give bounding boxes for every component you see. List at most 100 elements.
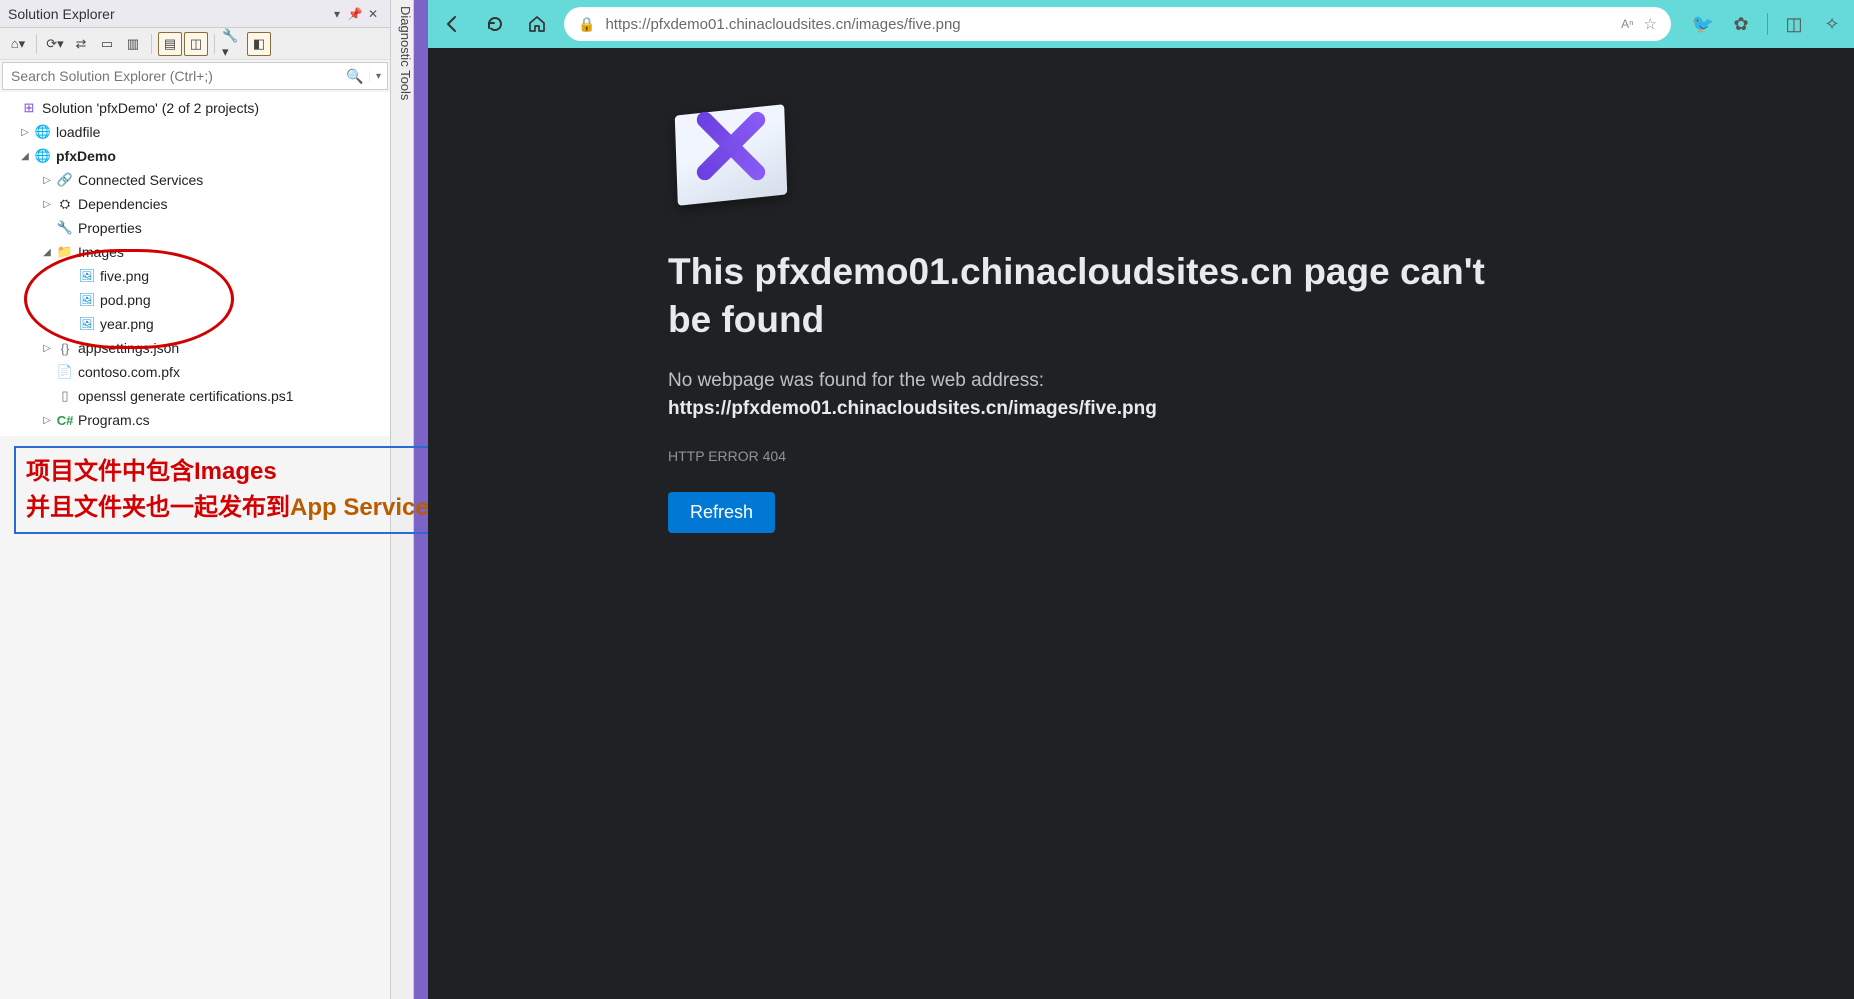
expand-icon[interactable]: ▷ bbox=[40, 199, 54, 210]
error-page-content: This pfxdemo01.chinacloudsites.cn page c… bbox=[428, 48, 1854, 999]
collections-icon[interactable]: ✧ bbox=[1820, 12, 1844, 36]
home-button[interactable] bbox=[522, 9, 552, 39]
file-pod-png[interactable]: ▷ 🖼 pod.png bbox=[0, 288, 390, 312]
url-text: https://pfxdemo01.chinacloudsites.cn/ima… bbox=[605, 16, 1611, 33]
extensions-icon[interactable]: ✿ bbox=[1729, 12, 1753, 36]
tree-item-label: Connected Services bbox=[78, 172, 203, 188]
tree-item-label: year.png bbox=[100, 316, 154, 332]
image-file-icon: 🖼 bbox=[78, 267, 96, 285]
address-bar[interactable]: 🔒 https://pfxdemo01.chinacloudsites.cn/i… bbox=[564, 7, 1671, 41]
search-input[interactable] bbox=[3, 68, 341, 84]
dependencies-icon: ⛭ bbox=[56, 195, 74, 213]
solution-label: Solution 'pfxDemo' (2 of 2 projects) bbox=[42, 100, 259, 116]
file-openssl-ps1[interactable]: ▷ ▯ openssl generate certifications.ps1 bbox=[0, 384, 390, 408]
tree-item-label: five.png bbox=[100, 268, 149, 284]
diagnostic-tools-label: Diagnostic Tools bbox=[398, 6, 413, 100]
search-icon[interactable]: 🔍 bbox=[341, 68, 369, 85]
connected-services-icon: 🔗 bbox=[56, 171, 74, 189]
solution-icon: ⊞ bbox=[20, 99, 38, 117]
error-url: https://pfxdemo01.chinacloudsites.cn/ima… bbox=[668, 398, 1854, 420]
tree-item-label: loadfile bbox=[56, 124, 100, 140]
error-title: This pfxdemo01.chinacloudsites.cn page c… bbox=[668, 248, 1488, 344]
home-view-button[interactable]: ⌂▾ bbox=[6, 32, 30, 56]
project-loadfile[interactable]: ▷ 🌐 loadfile bbox=[0, 120, 390, 144]
image-file-icon: 🖼 bbox=[78, 291, 96, 309]
solution-explorer-pane: Solution Explorer ▾ 📌 ✕ ⌂▾ ⟳▾ ⇄ ▭ ▥ ▤ ◫ … bbox=[0, 0, 390, 999]
solution-explorer-header: Solution Explorer ▾ 📌 ✕ bbox=[0, 0, 390, 28]
expand-icon[interactable]: ▷ bbox=[40, 343, 54, 354]
close-icon[interactable]: ✕ bbox=[364, 7, 382, 21]
tree-item-label: Dependencies bbox=[78, 196, 168, 212]
node-images-folder[interactable]: ◢ 📁 Images bbox=[0, 240, 390, 264]
file-five-png[interactable]: ▷ 🖼 five.png bbox=[0, 264, 390, 288]
tree-item-label: pfxDemo bbox=[56, 148, 116, 164]
read-aloud-icon[interactable]: Aⁿ bbox=[1621, 17, 1633, 31]
collapse-icon[interactable]: ◢ bbox=[40, 247, 54, 258]
collapse-icon[interactable]: ◢ bbox=[18, 151, 32, 162]
expand-icon[interactable]: ▷ bbox=[18, 127, 32, 138]
search-dropdown-icon[interactable]: ▾ bbox=[369, 71, 387, 82]
refresh-icon bbox=[485, 14, 505, 34]
tree-item-label: contoso.com.pfx bbox=[78, 364, 180, 380]
sync-button[interactable]: ⟳▾ bbox=[43, 32, 67, 56]
pane-divider[interactable] bbox=[414, 0, 428, 999]
highlight-button[interactable]: ◧ bbox=[247, 32, 271, 56]
properties-button[interactable]: 🔧▾ bbox=[221, 32, 245, 56]
refresh-button[interactable]: Refresh bbox=[668, 492, 775, 533]
file-appsettings[interactable]: ▷ {} appsettings.json bbox=[0, 336, 390, 360]
web-project-icon: 🌐 bbox=[34, 147, 52, 165]
lock-icon: 🔒 bbox=[578, 16, 595, 33]
ps1-file-icon: ▯ bbox=[56, 387, 74, 405]
tree-item-label: Images bbox=[78, 244, 124, 260]
folder-icon: 📁 bbox=[56, 243, 74, 261]
swap-button[interactable]: ⇄ bbox=[69, 32, 93, 56]
back-button[interactable] bbox=[438, 9, 468, 39]
browser-pane: 🔒 https://pfxdemo01.chinacloudsites.cn/i… bbox=[428, 0, 1854, 999]
solution-explorer-toolbar: ⌂▾ ⟳▾ ⇄ ▭ ▥ ▤ ◫ 🔧▾ ◧ bbox=[0, 28, 390, 60]
track-button[interactable]: ◫ bbox=[184, 32, 208, 56]
annotation-line1: 项目文件中包含Images bbox=[26, 458, 277, 485]
solution-explorer-title: Solution Explorer bbox=[8, 6, 328, 22]
collapse-button[interactable]: ▭ bbox=[95, 32, 119, 56]
json-file-icon: {} bbox=[56, 339, 74, 357]
project-pfxdemo[interactable]: ◢ 🌐 pfxDemo bbox=[0, 144, 390, 168]
favorite-star-icon[interactable]: ☆ bbox=[1644, 15, 1657, 33]
solution-explorer-search[interactable]: 🔍 ▾ bbox=[2, 62, 388, 90]
tree-item-label: Program.cs bbox=[78, 412, 150, 428]
certificate-icon: 📄 bbox=[56, 363, 74, 381]
tree-item-label: openssl generate certifications.ps1 bbox=[78, 388, 294, 404]
broken-page-icon bbox=[668, 98, 798, 208]
web-project-icon: 🌐 bbox=[34, 123, 52, 141]
tree-item-label: Properties bbox=[78, 220, 142, 236]
toolbar-separator bbox=[1767, 13, 1768, 35]
csharp-file-icon: C# bbox=[56, 411, 74, 429]
solution-node[interactable]: ▷ ⊞ Solution 'pfxDemo' (2 of 2 projects) bbox=[0, 96, 390, 120]
tree-item-label: appsettings.json bbox=[78, 340, 179, 356]
window-dropdown-icon[interactable]: ▾ bbox=[328, 7, 346, 21]
expand-icon[interactable]: ▷ bbox=[40, 415, 54, 426]
tree-item-label: pod.png bbox=[100, 292, 151, 308]
browser-toolbar: 🔒 https://pfxdemo01.chinacloudsites.cn/i… bbox=[428, 0, 1854, 48]
toolbar-separator bbox=[214, 34, 215, 54]
toolbar-separator bbox=[36, 34, 37, 54]
error-code: HTTP ERROR 404 bbox=[668, 448, 1854, 464]
file-program-cs[interactable]: ▷ C# Program.cs bbox=[0, 408, 390, 432]
annotation-line2a: 并且文件夹也一起发布到 bbox=[26, 494, 290, 521]
toolbar-separator bbox=[151, 34, 152, 54]
expand-icon[interactable]: ▷ bbox=[40, 175, 54, 186]
show-all-button[interactable]: ▥ bbox=[121, 32, 145, 56]
arrow-left-icon bbox=[443, 14, 463, 34]
wrench-icon: 🔧 bbox=[56, 219, 74, 237]
node-connected-services[interactable]: ▷ 🔗 Connected Services bbox=[0, 168, 390, 192]
browser-right-icons: 🐦 ✿ ◫ ✧ bbox=[1683, 12, 1844, 36]
file-contoso-pfx[interactable]: ▷ 📄 contoso.com.pfx bbox=[0, 360, 390, 384]
file-year-png[interactable]: ▷ 🖼 year.png bbox=[0, 312, 390, 336]
bird-extension-icon[interactable]: 🐦 bbox=[1691, 12, 1715, 36]
split-screen-icon[interactable]: ◫ bbox=[1782, 12, 1806, 36]
refresh-nav-button[interactable] bbox=[480, 9, 510, 39]
node-dependencies[interactable]: ▷ ⛭ Dependencies bbox=[0, 192, 390, 216]
diagnostic-tools-tab[interactable]: Diagnostic Tools bbox=[390, 0, 414, 999]
node-properties[interactable]: ▷ 🔧 Properties bbox=[0, 216, 390, 240]
pin-icon[interactable]: 📌 bbox=[346, 7, 364, 21]
preview-button[interactable]: ▤ bbox=[158, 32, 182, 56]
